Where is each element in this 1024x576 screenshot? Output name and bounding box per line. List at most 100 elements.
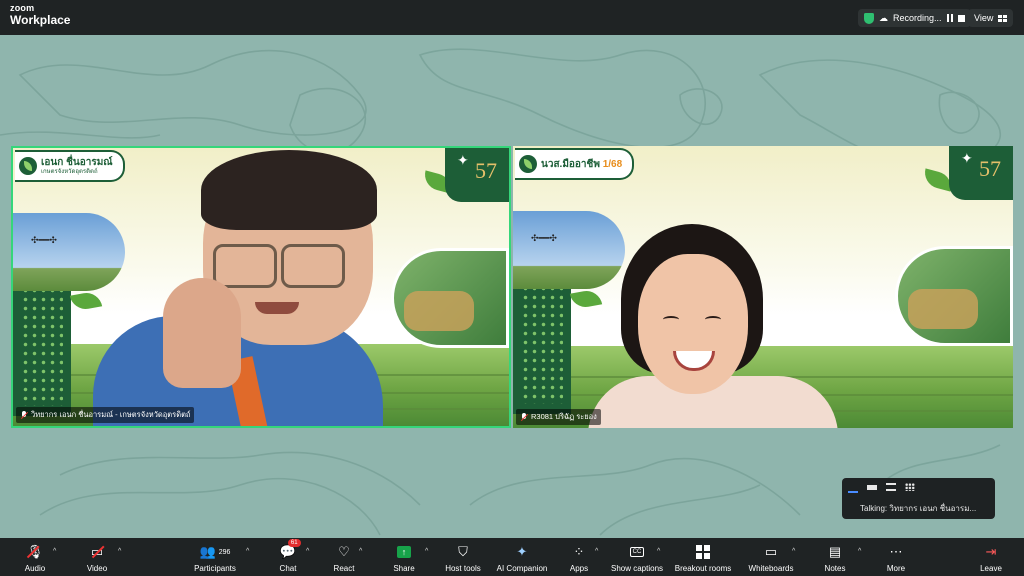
anniversary-badge: ✦ 57 [949, 146, 1013, 200]
participants-icon-wrap: 👥 296 [200, 543, 231, 561]
apps-icon: ⁘ [573, 544, 585, 559]
react-options-caret[interactable]: ^ [359, 548, 362, 555]
gallery-layout-icon[interactable] [905, 483, 915, 491]
react-label: React [333, 564, 355, 573]
banner-title: นวส.มืออาชีพ 1/68 [541, 159, 622, 170]
apps-button[interactable]: ⁘ Apps [566, 538, 592, 576]
name-banner: เอนก ชื่นอารมณ์ เกษตรจังหวัดอุตรดิตถ์ [15, 150, 125, 182]
video-label: Video [86, 564, 108, 573]
notes-options-caret[interactable]: ^ [858, 548, 861, 555]
participant-name-label: R3081 ปริฉัฏ ระยอง [516, 409, 601, 425]
stop-icon[interactable] [957, 14, 965, 22]
cloud-icon: ☁ [879, 12, 888, 23]
apps-options-caret[interactable]: ^ [595, 548, 598, 555]
banner-subtitle: เกษตรจังหวัดอุตรดิตถ์ [41, 168, 98, 175]
participants-count: 296 [218, 548, 231, 556]
shield-icon: ⛉ [458, 544, 468, 559]
share-options-caret[interactable]: ^ [425, 548, 428, 555]
mic-muted-icon [520, 413, 528, 421]
apps-label: Apps [569, 564, 589, 573]
shield-check-icon [864, 12, 874, 24]
breakout-rooms-button[interactable]: Breakout rooms [673, 538, 733, 576]
recording-indicator[interactable]: ☁ Recording... [858, 9, 971, 27]
single-video-layout-icon[interactable] [867, 485, 877, 490]
leave-button[interactable]: ⇥ Leave [978, 538, 1004, 576]
host-tools-button[interactable]: ⛉ Host tools [443, 538, 483, 576]
participant-face [638, 254, 748, 394]
minimize-layout-icon[interactable] [848, 483, 858, 493]
leave-icon: ⇥ [985, 544, 997, 559]
ai-companion-button[interactable]: ✦ AI Companion [494, 538, 550, 576]
meeting-toolbar: 🎙 Audio ^ ▭ Video ^ 👥296 Participants ^ … [0, 538, 1024, 576]
mic-muted-icon: 🎙 [26, 544, 44, 559]
participants-label: Participants [194, 564, 236, 573]
more-button[interactable]: ⋯ More [883, 538, 909, 576]
video-button[interactable]: ▭ Video [82, 538, 112, 576]
glasses-left [213, 244, 277, 288]
share-icon-wrap: ↑ [397, 543, 411, 561]
participants-options-caret[interactable]: ^ [246, 548, 249, 555]
video-options-caret[interactable]: ^ [118, 548, 121, 555]
sparkle-decoration: ✦ [457, 152, 469, 168]
recording-label: Recording... [893, 13, 942, 23]
banner-title-highlight: 1/68 [602, 158, 623, 170]
talking-indicator-panel[interactable]: Talking: วิทยากร เอนก ชื่นอารม... [842, 478, 995, 519]
share-button[interactable]: ↑ Share [390, 538, 418, 576]
chat-button[interactable]: 💬 61 Chat [274, 538, 302, 576]
notes-label: Notes [824, 564, 846, 573]
leave-label: Leave [980, 564, 1002, 573]
dot-pattern-panel [513, 274, 571, 414]
react-button[interactable]: ♡ React [330, 538, 358, 576]
pause-icon[interactable] [946, 14, 953, 22]
participant-name-text: R3081 ปริฉัฏ ระยอง [531, 412, 597, 421]
leaf-logo-icon [519, 155, 537, 173]
whiteboards-label: Whiteboards [748, 564, 794, 573]
participant-hair [201, 150, 377, 230]
captions-options-caret[interactable]: ^ [657, 548, 660, 555]
cc-icon: CC [630, 547, 644, 557]
cc-icon-wrap: CC [630, 543, 644, 561]
more-icon: ⋯ [889, 544, 903, 559]
video-tile-participant[interactable]: ✣━━✣ ✦ 57 นวส.มืออาชีพ 1/68 R3081 ปริฉัฏ… [513, 146, 1013, 428]
banner-name: เอนก ชื่นอารมณ์ [41, 156, 113, 168]
whiteboard-icon: ▭ [764, 544, 778, 559]
phone-photo [895, 246, 1013, 346]
breakout-icon-wrap [696, 543, 710, 561]
show-captions-button[interactable]: CC Show captions [610, 538, 664, 576]
participant-mouth [255, 302, 299, 314]
talking-text: Talking: วิทยากร เอนก ชื่นอารม... [860, 504, 977, 513]
audio-button[interactable]: 🎙 Audio [20, 538, 50, 576]
breakout-icon [696, 545, 710, 559]
participants-button[interactable]: 👥 296 Participants [190, 538, 240, 576]
badge-number: 57 [475, 158, 497, 183]
notes-icon: ▤ [828, 544, 842, 559]
dot-pattern-panel [13, 276, 71, 416]
drone-photo: ✣━━✣ [13, 213, 125, 291]
chat-label: Chat [279, 564, 297, 573]
share-label: Share [393, 564, 415, 573]
anniversary-badge: ✦ 57 [445, 148, 509, 202]
video-tile-speaker[interactable]: ✣━━✣ ✦ 57 เอนก ชื่นอารมณ์ เกษตรจังหวัดอุ… [11, 146, 511, 428]
badge-number: 57 [979, 156, 1001, 181]
participants-icon: 👥 [199, 544, 216, 559]
leaf-logo-icon [19, 157, 37, 175]
notes-button[interactable]: ▤ Notes [822, 538, 848, 576]
strip-layout-icon[interactable] [886, 483, 896, 491]
layout-options[interactable] [848, 483, 915, 493]
audio-options-caret[interactable]: ^ [53, 548, 56, 555]
video-off-icon: ▭ [91, 543, 105, 561]
view-label: View [974, 13, 994, 23]
chat-options-caret[interactable]: ^ [306, 548, 309, 555]
glasses-right [281, 244, 345, 288]
banner-title-text: นวส.มืออาชีพ [541, 158, 600, 170]
logo-bottom-text: Workplace [10, 13, 71, 27]
zoom-workplace-logo: zoom Workplace [10, 4, 71, 27]
participant-name-label: วิทยากร เอนก ชื่นอารมณ์ - เกษตรจังหวัดอุ… [16, 407, 195, 423]
heart-icon: ♡ [338, 544, 350, 559]
whiteboards-button[interactable]: ▭ Whiteboards [746, 538, 796, 576]
show-captions-label: Show captions [610, 564, 664, 573]
top-bar: zoom Workplace ☁ Recording... View [0, 0, 1024, 35]
view-button[interactable]: View [968, 9, 1014, 27]
chat-icon: 💬 61 [280, 539, 301, 561]
whiteboards-options-caret[interactable]: ^ [792, 548, 795, 555]
